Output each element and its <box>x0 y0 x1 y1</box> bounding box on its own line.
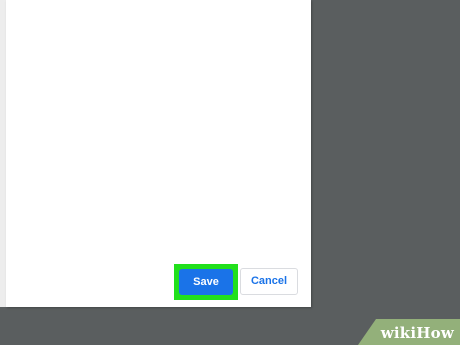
wikihow-watermark: wikiHow <box>380 324 454 342</box>
save-button[interactable]: Save <box>179 269 233 295</box>
cancel-button[interactable]: Cancel <box>240 268 298 295</box>
dialog-panel <box>6 0 311 307</box>
